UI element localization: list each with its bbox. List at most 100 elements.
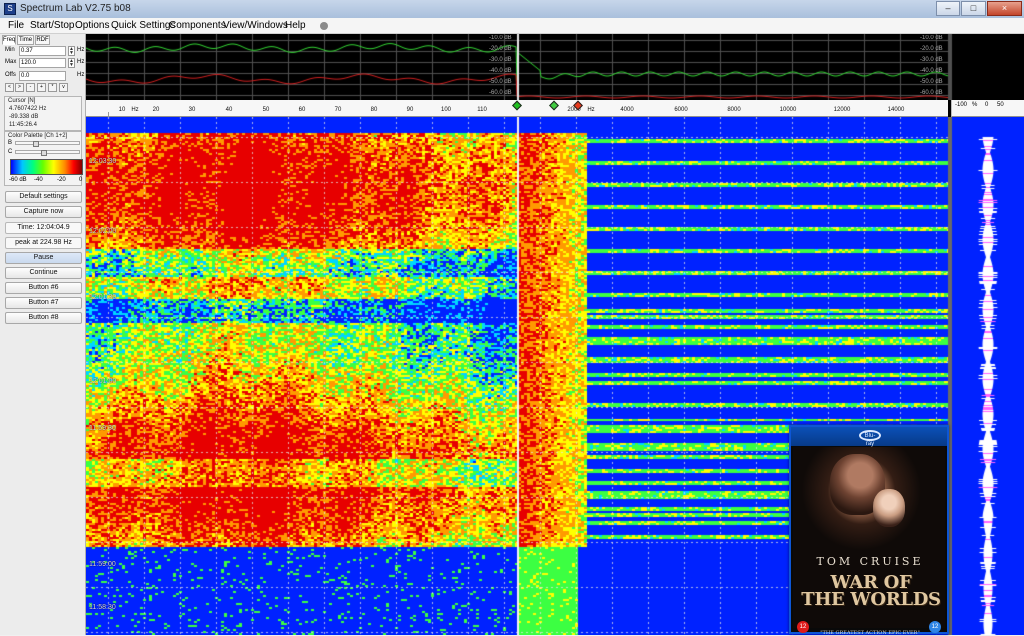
poster-title-line-2: THE WORLDS [801,589,941,610]
maximum-frequency-row: Max 120.0 ▲ ▼ Hz [5,58,85,69]
low-frequency-unit: Hz [131,107,139,113]
bluray-logo-icon: Blu-ray [859,430,881,447]
palette-scale-20: -20 [57,177,66,183]
button-8[interactable]: Button #8 [5,312,82,324]
minimum-frequency-input[interactable]: 0.37 [19,46,66,56]
maximum-spinner-icon[interactable]: ▲ ▼ [68,58,75,68]
title-bar: S Spectrum Lab V2.75 b08 – □ × [0,0,1024,18]
right-db-label-50: -50.0 dB [920,79,943,85]
maximum-unit: Hz [77,59,85,65]
db-label-50: -50.0 dB [489,79,512,85]
low-frequency-label-90: 90 [406,107,414,113]
right-db-label-40: -40.0 dB [920,68,943,74]
frequency-down-button[interactable]: v [59,83,68,92]
palette-scale-40: -40 [34,177,43,183]
palette-scale-zero: 0 [79,177,83,183]
pause-button[interactable]: Pause [5,252,82,264]
poster-art: TOM CRUISE WAR OF THE WORLDS "THE GREATE… [793,447,945,636]
color-palette-box: Color Palette [Ch 1+2] B C -60 dB -40 -2… [4,131,83,186]
high-frequency-label-10000: 10000 [779,107,797,113]
right-db-label-60: -60.0 dB [920,90,943,96]
level-axis-zero: 0 [985,102,989,108]
tab-time[interactable]: Time [17,35,34,45]
current-time-display: Time: 12:04:04.9 [5,222,82,234]
frequency-adjust-buttons: < > - + * v [5,83,80,92]
menu-help[interactable]: Help [285,20,306,31]
contrast-slider[interactable]: C [8,149,82,156]
high-frequency-label-6000: 6000 [674,107,688,113]
maximize-button[interactable]: □ [961,1,986,16]
left-control-panel: Freq Time RDF Min 0.37 ▲ ▼ Hz Max 120.0 ▲… [0,34,86,635]
minimum-label: Min [5,47,15,53]
brightness-slider[interactable]: B [8,140,82,147]
db-label-10: -10.0 dB [489,35,512,41]
offset-input[interactable]: 0.0 [19,71,66,81]
menu-bar: File Start/Stop Options Quick Settings C… [0,18,1024,34]
low-frequency-label-70: 70 [334,107,342,113]
frequency-left-button[interactable]: < [5,83,14,92]
palette-scale-min: -60 dB [9,177,27,183]
low-frequency-tick [108,112,109,116]
color-palette-gradient [10,159,83,175]
tab-frequency[interactable]: Freq [2,35,16,45]
high-frequency-label-8000: 8000 [727,107,741,113]
minimum-spinner-icon[interactable]: ▲ ▼ [68,46,75,56]
maximum-frequency-input[interactable]: 120.0 [19,58,66,68]
db-label-40: -40.0 dB [489,68,512,74]
waterfall-timestamp-2: 12:02:00 [89,228,117,235]
poster-actor-name: TOM CRUISE [816,555,924,568]
minimize-button[interactable]: – [936,1,960,16]
menu-quick-settings[interactable]: Quick Settings [111,20,175,31]
tab-rdf[interactable]: RDF [35,35,50,45]
cursor-info-box: Cursor [N] 4.7607422 Hz -89.338 dB 11:45… [4,96,82,131]
waterfall-timestamp-1: 12:03:30 [89,158,117,165]
cursor-time: 11:45:26.4 [9,122,37,128]
poster-title: WAR OF THE WORLDS [801,574,941,610]
contrast-label: C [8,149,13,155]
db-label-60: -60.0 dB [489,90,512,96]
low-frequency-label-40: 40 [225,107,233,113]
maximum-label: Max [5,59,17,65]
waterfall-timestamp-4: 12:01:00 [89,378,117,385]
green-marker-2000[interactable] [549,100,559,111]
menu-file[interactable]: File [8,20,24,31]
high-frequency-label-14000: 14000 [887,107,905,113]
contrast-knob[interactable] [41,150,48,156]
close-button[interactable]: × [987,1,1022,16]
age-rating-right: 12 [929,621,941,633]
frequency-right-button[interactable]: > [15,83,24,92]
level-axis: -100 % 0 50 [951,100,1024,117]
brightness-track[interactable] [15,141,80,147]
low-frequency-label-110: 110 [477,107,487,113]
menu-start-stop[interactable]: Start/Stop [30,20,74,31]
menu-options[interactable]: Options [75,20,109,31]
control-tabs: Freq Time RDF [2,35,84,45]
minimum-unit: Hz [77,47,85,53]
capture-now-button[interactable]: Capture now [5,206,82,218]
frequency-axis[interactable]: 10 Hz 20 30 40 50 60 70 80 90 100 110 20… [86,100,948,117]
low-frequency-label-80: 80 [370,107,378,113]
level-axis-minus-100: -100 [955,102,968,108]
low-frequency-label-100: 100 [440,107,452,113]
high-frequency-label-12000: 12000 [833,107,851,113]
default-settings-button[interactable]: Default settings [5,191,82,203]
contrast-track[interactable] [15,150,80,156]
frequency-decrease-button[interactable]: - [26,83,35,92]
frequency-multiply-button[interactable]: * [48,83,57,92]
green-frequency-marker[interactable] [512,100,522,111]
low-frequency-label-20: 20 [152,107,160,113]
button-7[interactable]: Button #7 [5,297,82,309]
right-db-label-30: -30.0 dB [920,57,943,63]
menu-components[interactable]: Components [169,20,226,31]
poster-child-face-icon [873,489,905,527]
menu-view-windows[interactable]: View/Windows [223,20,288,31]
brightness-knob[interactable] [32,141,39,147]
continue-button[interactable]: Continue [5,267,82,279]
db-label-30: -30.0 dB [489,57,512,63]
minimum-frequency-row: Min 0.37 ▲ ▼ Hz [5,46,85,57]
button-6[interactable]: Button #6 [5,282,82,294]
brightness-label: B [8,140,13,146]
frequency-increase-button[interactable]: + [37,83,46,92]
spectrum-plot[interactable] [86,34,1024,100]
high-frequency-unit: Hz [587,107,595,113]
